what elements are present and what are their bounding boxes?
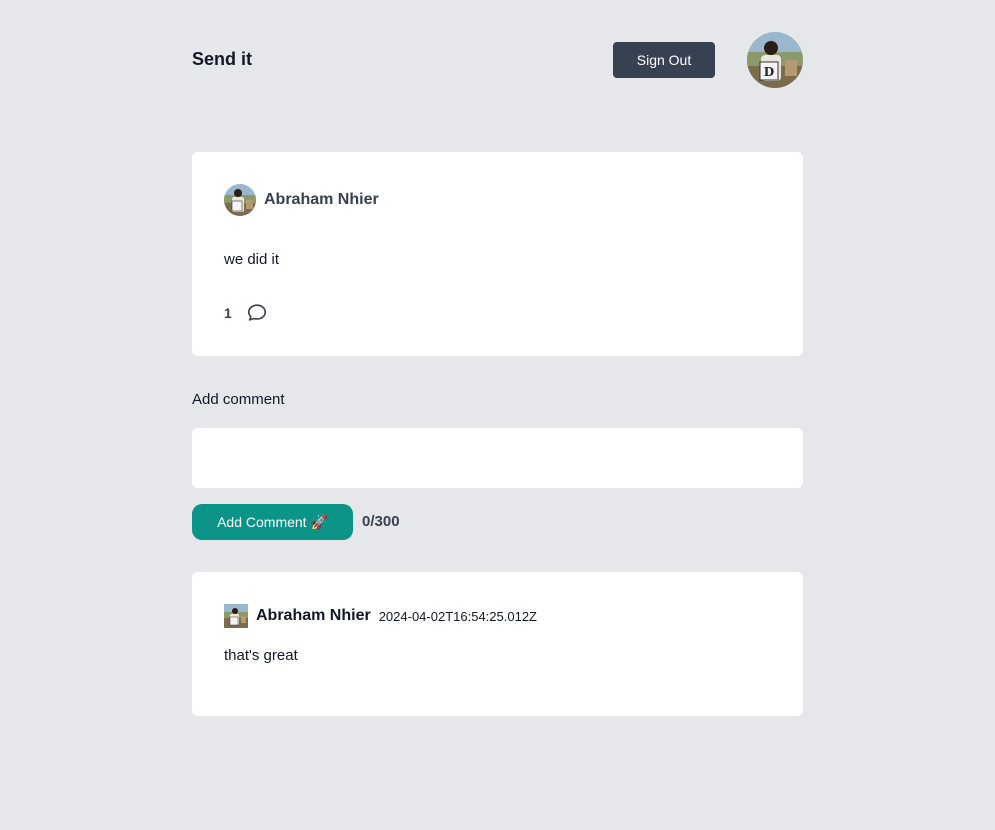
post-body: we did it [224, 251, 280, 268]
user-avatar[interactable]: D [747, 32, 803, 88]
sign-out-button[interactable]: Sign Out [613, 42, 715, 78]
app-header: Send it Sign Out D [192, 32, 803, 88]
comment-body: that's great [224, 647, 298, 664]
svg-text:D: D [764, 65, 774, 79]
character-counter: 0/300 [362, 513, 400, 530]
comment-input[interactable] [192, 428, 803, 488]
comment-timestamp: 2024-04-02T16:54:25.012Z [378, 608, 537, 624]
post-author-row: Abraham Nhier [224, 184, 379, 216]
post-meta: 1 [224, 302, 268, 324]
app-title: Send it [192, 49, 253, 69]
comment-author-name[interactable]: Abraham Nhier [256, 607, 371, 625]
comment-count: 1 [224, 305, 232, 321]
comment-bubble-icon[interactable] [246, 302, 268, 324]
post-card: Abraham Nhier we did it 1 [192, 152, 803, 356]
post-author-avatar[interactable] [224, 184, 256, 216]
add-comment-button[interactable]: Add Comment 🚀 [192, 504, 353, 540]
comment-author-avatar[interactable] [224, 604, 248, 628]
add-comment-label: Add comment [192, 391, 285, 408]
post-author-name[interactable]: Abraham Nhier [264, 191, 379, 209]
comment-header: Abraham Nhier 2024-04-02T16:54:25.012Z [224, 604, 537, 628]
comment-card: Abraham Nhier 2024-04-02T16:54:25.012Z t… [192, 572, 803, 716]
